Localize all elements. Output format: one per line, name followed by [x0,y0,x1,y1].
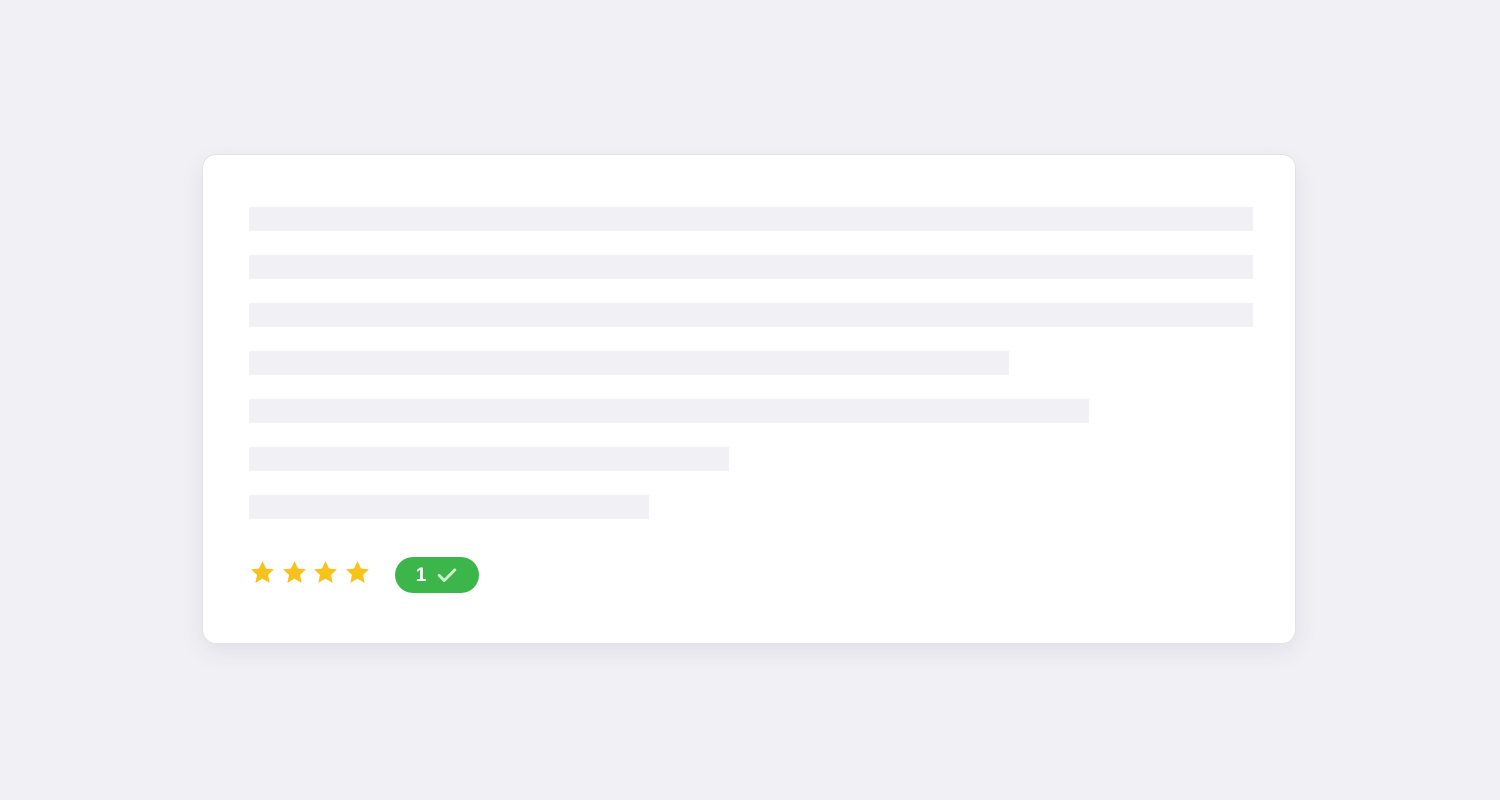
star-icon [281,559,308,586]
verified-count-badge[interactable]: 1 [395,557,479,593]
skeleton-line [249,495,649,519]
skeleton-line [249,351,1009,375]
review-card: 1 [202,154,1296,644]
skeleton-line [249,207,1253,231]
badge-count: 1 [415,564,427,586]
text-skeleton [249,207,1253,543]
skeleton-line [249,399,1089,423]
skeleton-line [249,255,1253,279]
star-icon [312,559,339,586]
star-icon [249,559,276,586]
star-rating [249,554,375,590]
check-icon [436,564,458,586]
skeleton-line [249,303,1253,327]
star-icon [344,559,371,586]
card-footer: 1 [249,557,479,593]
skeleton-line [249,447,729,471]
